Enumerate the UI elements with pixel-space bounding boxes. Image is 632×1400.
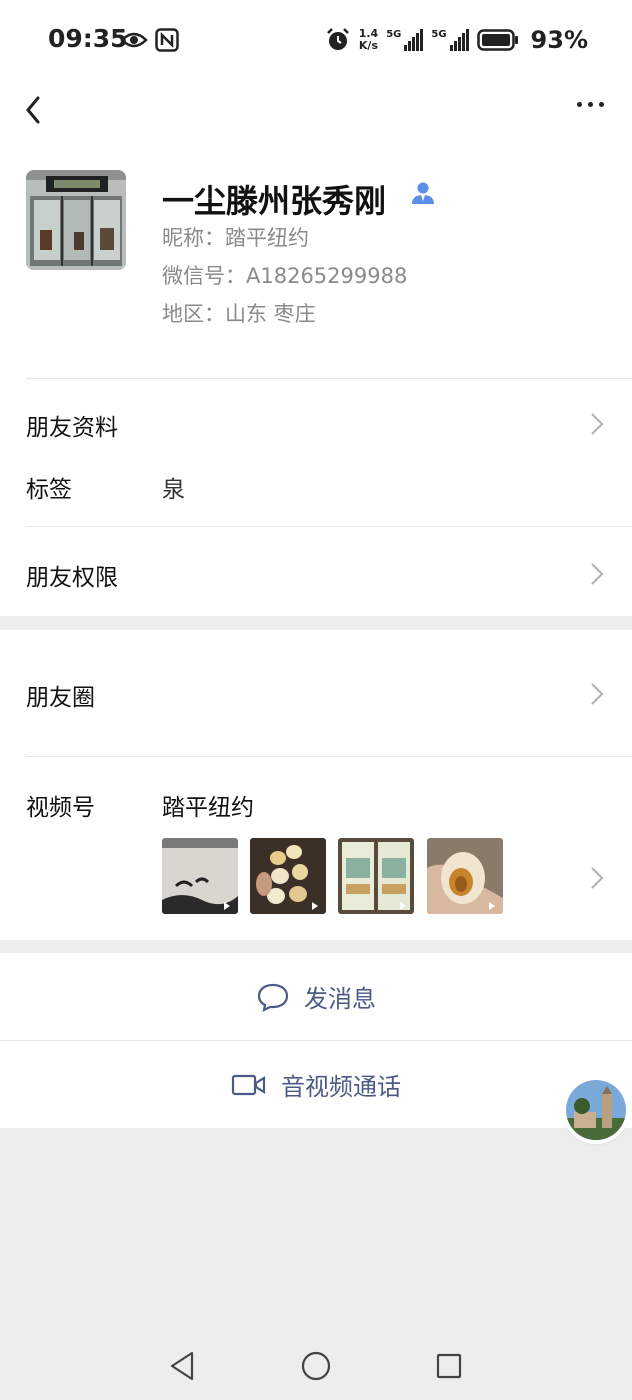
signal-2: 5G xyxy=(431,29,469,51)
eye-icon xyxy=(120,32,148,48)
video-call-label: 音视频通话 xyxy=(281,1073,401,1101)
channel-thumbnail[interactable] xyxy=(427,838,503,914)
send-message-label: 发消息 xyxy=(304,985,376,1013)
social-section: 朋友圈 视频号 踏平纽约 xyxy=(0,630,632,940)
floating-chat-avatar[interactable] xyxy=(566,1080,626,1140)
top-nav xyxy=(0,80,632,140)
channel-thumbnail[interactable] xyxy=(162,838,238,914)
tags-value: 泉 xyxy=(162,477,185,503)
more-options-icon[interactable] xyxy=(577,102,604,107)
speed-unit: K/s xyxy=(358,39,378,52)
nickname: 昵称：踏平纽约 xyxy=(162,226,309,250)
chat-bubble-icon xyxy=(257,983,289,1012)
network-speed: 1.4 K/s xyxy=(359,28,379,52)
moments-label: 朋友圈 xyxy=(26,685,95,711)
region: 地区：山东 枣庄 xyxy=(162,302,316,326)
network-type-2: 5G xyxy=(431,29,447,40)
person-icon xyxy=(412,182,434,204)
profile-card: 一尘滕州张秀刚 昵称：踏平纽约 微信号：A18265299988 地区：山东 枣… xyxy=(0,140,632,378)
divider xyxy=(26,526,632,527)
network-type-1: 5G xyxy=(386,29,402,40)
video-call-button[interactable]: 音视频通话 xyxy=(0,1041,632,1128)
wechat-id: 微信号：A18265299988 xyxy=(162,264,408,288)
permissions-label: 朋友权限 xyxy=(26,565,118,591)
channel-thumbnail[interactable] xyxy=(250,838,326,914)
signal-1: 5G xyxy=(386,29,424,51)
home-circle-icon[interactable] xyxy=(301,1351,331,1381)
divider xyxy=(26,756,632,757)
battery-icon xyxy=(476,29,518,51)
back-triangle-icon[interactable] xyxy=(168,1350,196,1382)
tags-label: 标签 xyxy=(26,477,72,503)
chevron-right-icon xyxy=(591,563,604,585)
video-camera-icon xyxy=(231,1074,266,1095)
chevron-right-icon xyxy=(591,683,604,705)
channels-value: 踏平纽约 xyxy=(162,795,254,821)
info-section: 朋友资料 标签 泉 朋友权限 xyxy=(0,378,632,616)
chevron-right-icon xyxy=(591,413,604,435)
back-arrow-icon[interactable] xyxy=(22,92,58,128)
nfc-icon xyxy=(155,28,179,52)
status-time: 09:35 xyxy=(48,24,128,53)
channel-thumbnail[interactable] xyxy=(338,838,414,914)
storefront-image xyxy=(26,170,126,270)
recents-square-icon[interactable] xyxy=(436,1353,462,1379)
avatar[interactable] xyxy=(26,170,126,270)
system-nav-bar xyxy=(0,1330,632,1400)
display-name: 一尘滕州张秀刚 xyxy=(162,182,387,220)
battery-percent: 93% xyxy=(530,26,588,54)
divider xyxy=(26,378,632,379)
send-message-button[interactable]: 发消息 xyxy=(0,953,632,1040)
alarm-icon xyxy=(326,28,349,50)
chevron-right-icon xyxy=(591,867,604,889)
status-bar: 09:35 1.4 K/s 5G 5G 93% xyxy=(0,0,632,80)
friend-info-label: 朋友资料 xyxy=(26,415,118,441)
channels-label: 视频号 xyxy=(26,795,95,821)
tower-photo xyxy=(566,1080,626,1140)
